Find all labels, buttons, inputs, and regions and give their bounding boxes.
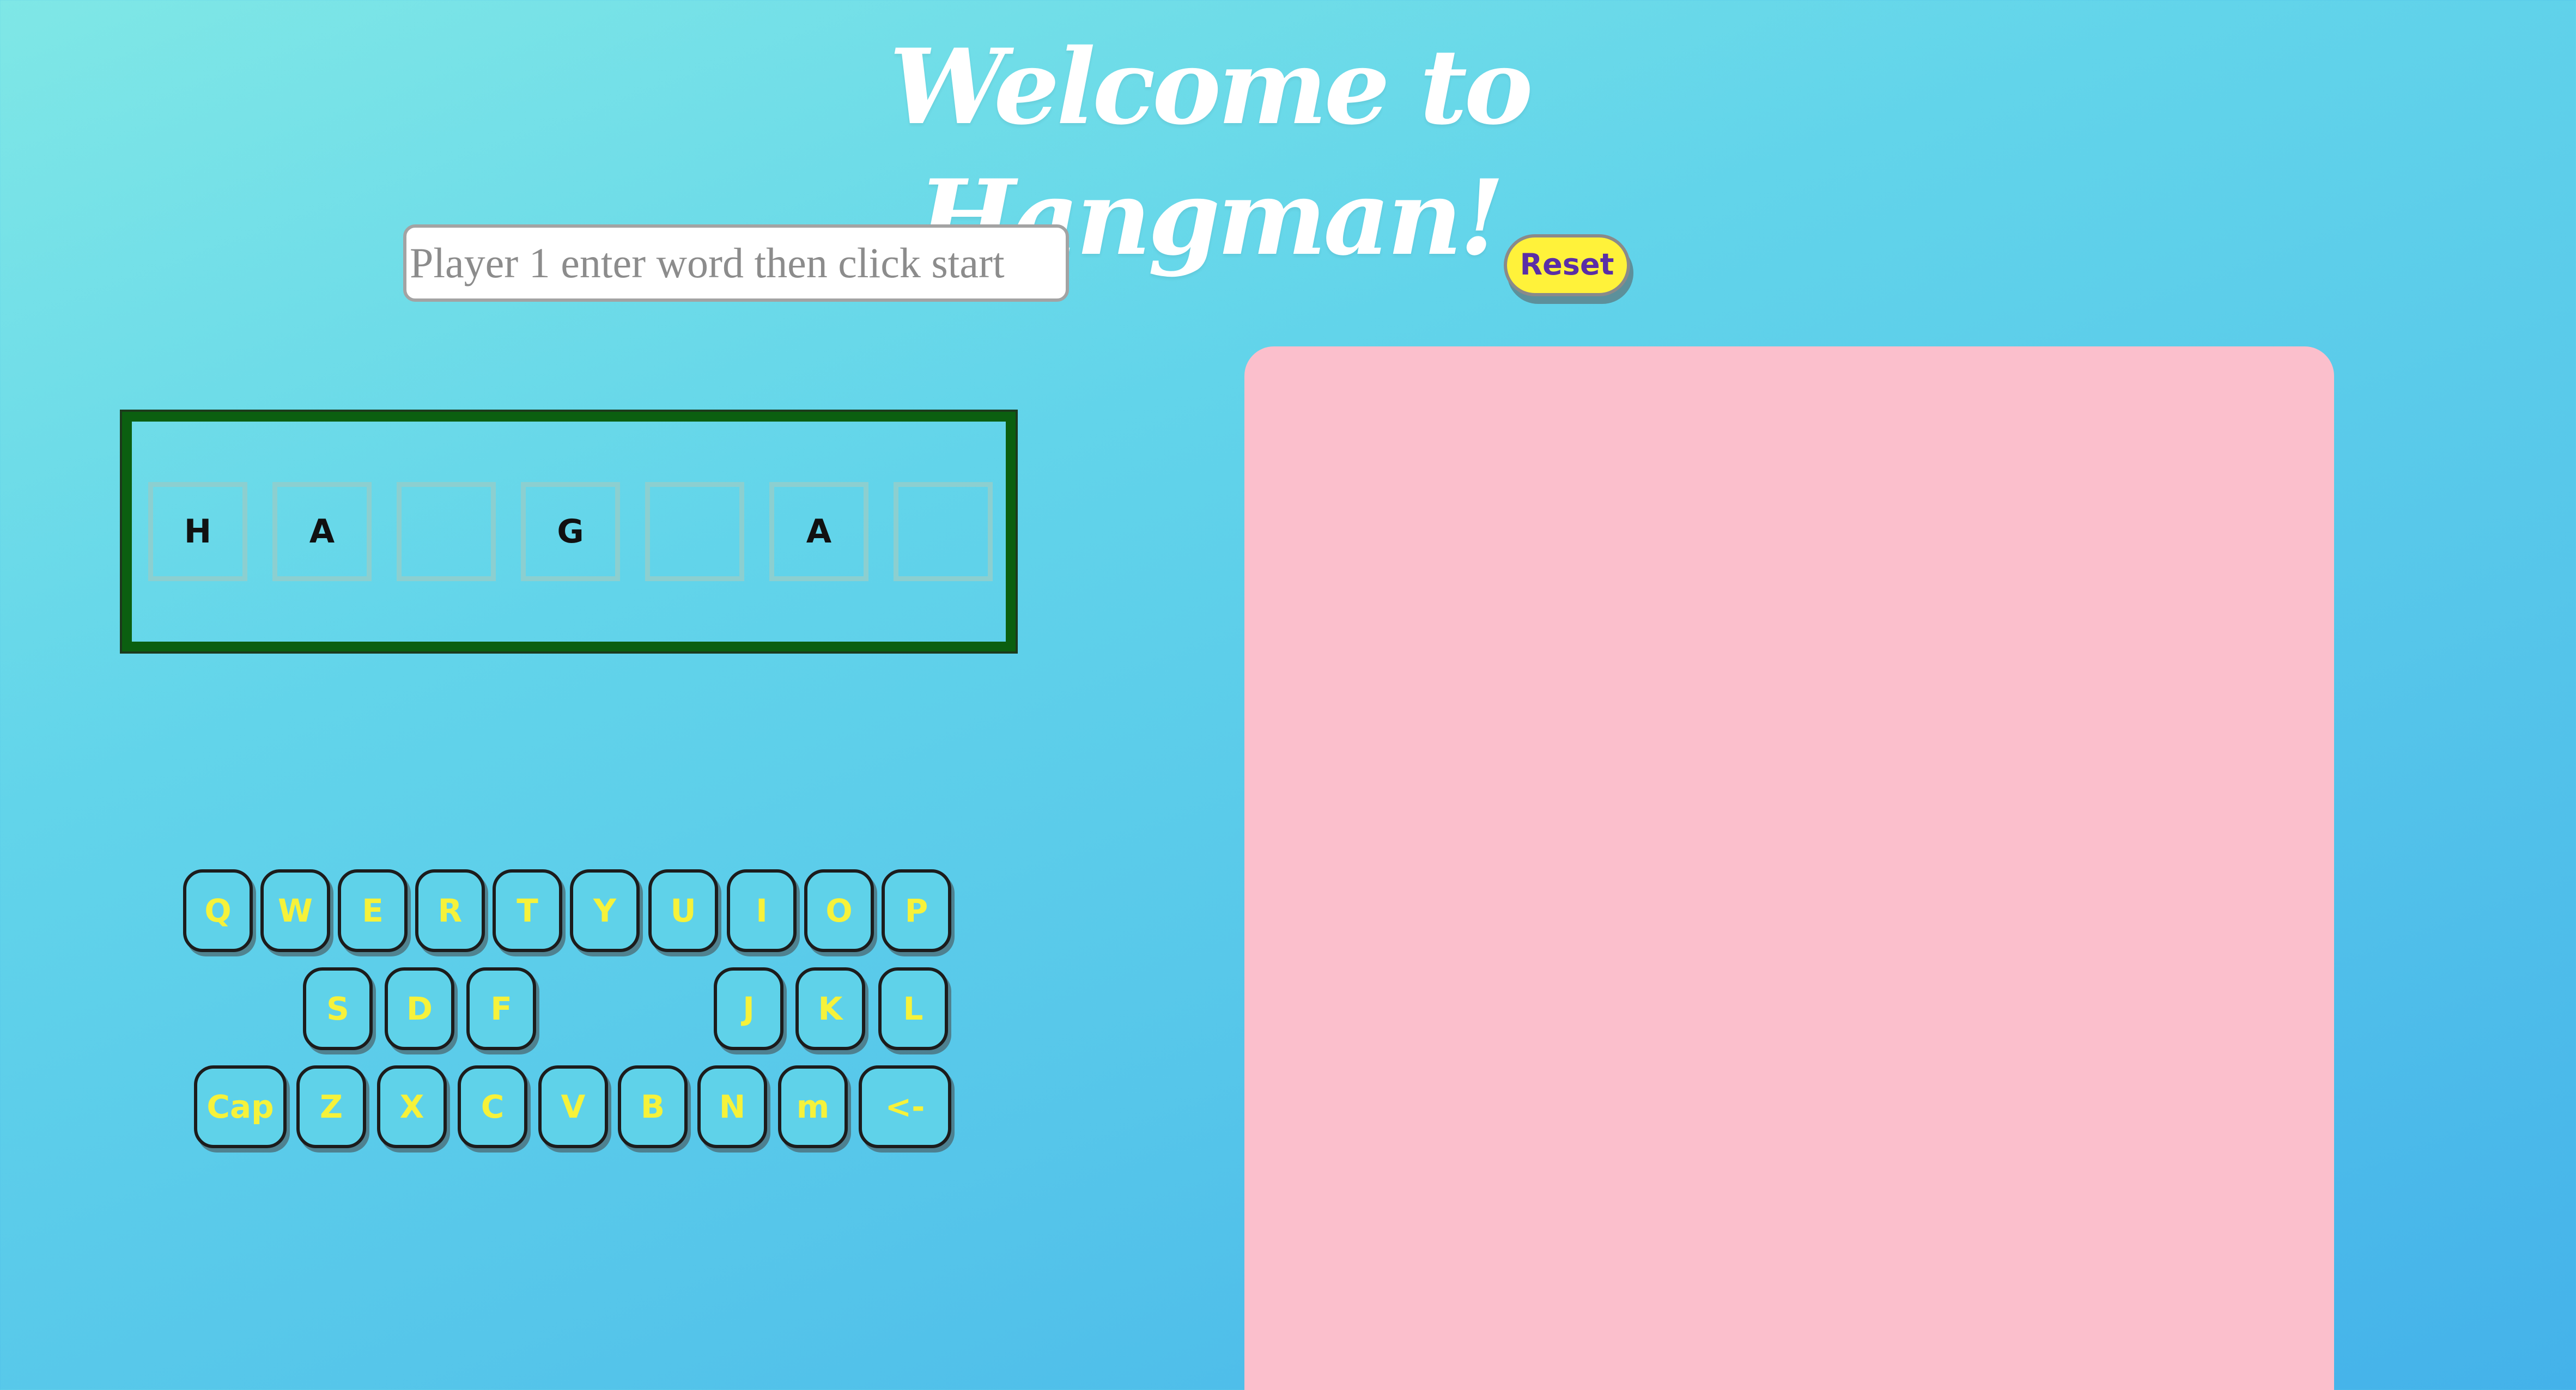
letter-slot [397, 482, 496, 581]
key-k[interactable]: K [795, 967, 865, 1050]
letter-slot: H [148, 482, 247, 581]
key-i[interactable]: I [727, 869, 797, 952]
word-input[interactable] [403, 224, 1069, 302]
key-s[interactable]: S [303, 967, 373, 1050]
key-t[interactable]: T [493, 869, 562, 952]
key-b[interactable]: B [618, 1065, 688, 1148]
key-v[interactable]: V [538, 1065, 608, 1148]
key-c[interactable]: C [458, 1065, 527, 1148]
key-x[interactable]: X [377, 1065, 447, 1148]
key-backspace[interactable]: <- [859, 1065, 951, 1148]
key-f[interactable]: F [466, 967, 536, 1050]
key-l[interactable]: L [878, 967, 948, 1050]
key-y[interactable]: Y [570, 869, 640, 952]
key-e[interactable]: E [338, 869, 408, 952]
key-u[interactable]: U [648, 869, 718, 952]
letter-slot: A [769, 482, 868, 581]
key-o[interactable]: O [804, 869, 874, 952]
key-w[interactable]: W [260, 869, 330, 952]
key-d[interactable]: D [385, 967, 454, 1050]
hangman-drawing-area [1244, 346, 2334, 1390]
key-r[interactable]: R [415, 869, 485, 952]
key-z[interactable]: Z [296, 1065, 366, 1148]
key-n[interactable]: N [697, 1065, 767, 1148]
reset-button[interactable]: Reset [1504, 234, 1630, 296]
letter-slot: G [521, 482, 620, 581]
word-display: H A G A [120, 410, 1018, 654]
key-p[interactable]: P [882, 869, 951, 952]
key-caps[interactable]: Cap [194, 1065, 287, 1148]
letter-slot [645, 482, 744, 581]
key-q[interactable]: Q [183, 869, 253, 952]
letter-slot: A [272, 482, 372, 581]
letter-slot [894, 482, 993, 581]
key-m[interactable]: m [778, 1065, 848, 1148]
key-j[interactable]: J [714, 967, 783, 1050]
